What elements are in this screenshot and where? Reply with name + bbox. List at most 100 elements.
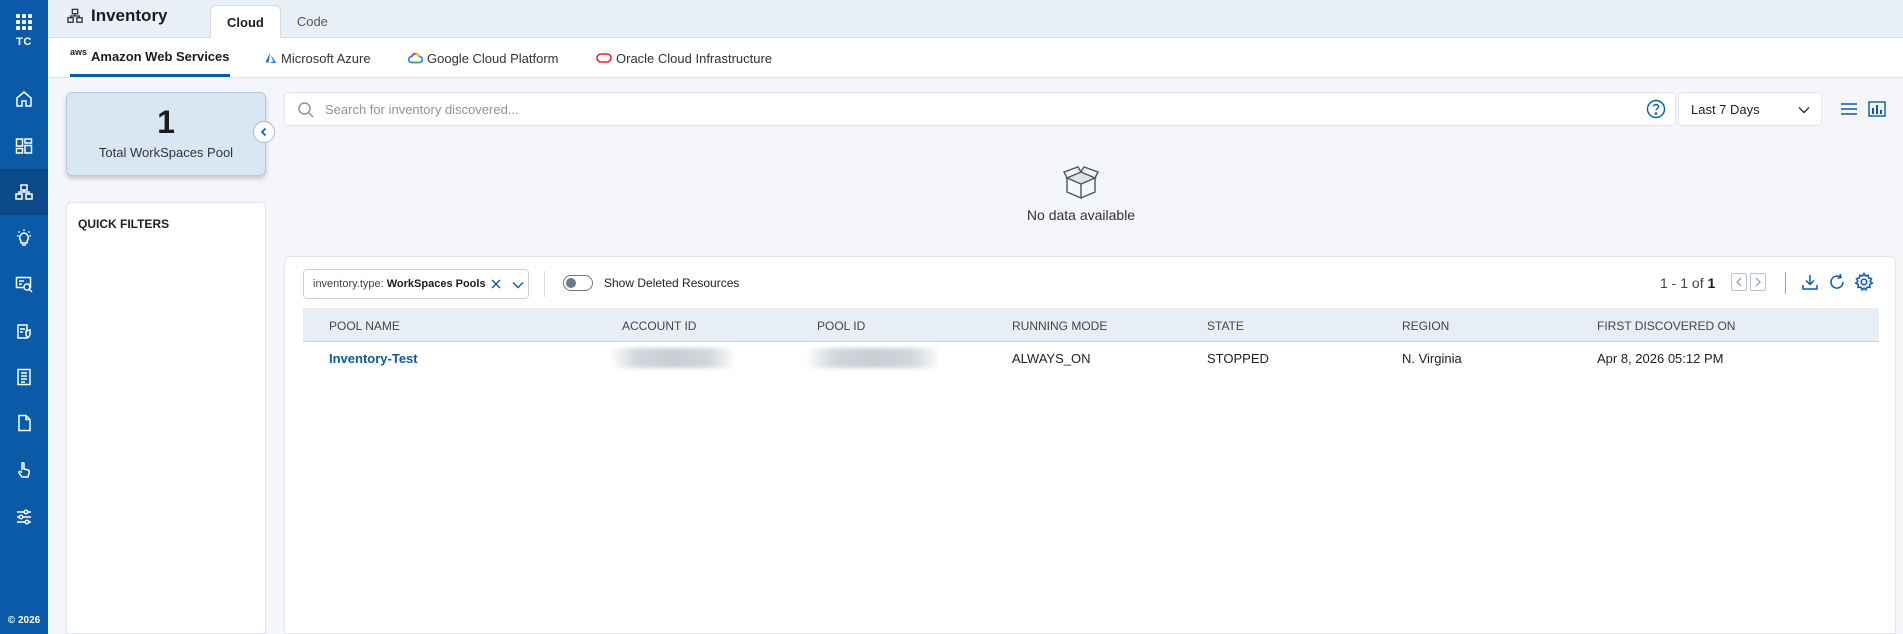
search-input[interactable] [325,93,1525,125]
help-icon[interactable] [1646,99,1666,119]
nav-compliance[interactable] [0,308,48,354]
copyright: © 2026 [7,615,41,626]
search-report-icon [15,276,33,293]
inventory-table-card: inventory.type: WorkSpaces Pools Show De… [284,256,1896,634]
summary-card[interactable]: 1 Total WorkSpaces Pool [66,92,266,176]
divider [544,271,545,297]
clear-filter-icon[interactable] [490,278,502,290]
next-page-button[interactable] [1750,273,1766,291]
empty-state: No data available [284,126,1878,256]
chevron-left-icon [1736,277,1742,287]
tab-cloud[interactable]: Cloud [210,5,281,38]
inventory-icon [67,8,83,23]
inventory-icon [15,184,33,200]
redacted-pool-id [808,348,938,368]
tab-azure[interactable]: Microsoft Azure [265,38,371,78]
date-range-value: Last 7 Days [1691,101,1760,117]
empty-state-text: No data available [1026,207,1136,223]
col-first-discovered[interactable]: FIRST DISCOVERED ON [1597,319,1735,333]
nav-insights[interactable] [0,215,48,261]
col-state[interactable]: STATE [1207,319,1244,333]
tab-azure-label: Microsoft Azure [281,50,371,66]
search-icon [298,102,314,118]
home-icon [16,91,32,107]
insights-bulb-icon [17,229,31,246]
left-nav-rail: TC © 2026 [0,0,48,634]
quick-filters-panel: QUICK FILTERS [66,202,266,634]
list-view-icon[interactable] [1840,101,1858,117]
oracle-logo-icon [596,53,612,63]
chevron-right-icon [1755,277,1761,287]
show-deleted-toggle[interactable] [563,275,593,291]
tab-aws[interactable]: aws Amazon Web Services [70,38,230,77]
source-tabs: Cloud Code [210,5,344,38]
dashboard-icon [15,138,33,154]
cloud-provider-tabs: aws Amazon Web Services Microsoft Azure … [48,38,1903,78]
azure-logo-icon [265,52,277,64]
empty-box-icon [1063,166,1099,200]
cell-region: N. Virginia [1402,351,1462,366]
col-account-id[interactable]: ACCOUNT ID [622,319,696,333]
chart-view-icon[interactable] [1868,101,1886,117]
col-pool-id[interactable]: POOL ID [817,319,865,333]
nav-actions[interactable] [0,447,48,493]
cell-running-mode: ALWAYS_ON [1012,351,1091,366]
pagination-summary: 1 - 1 of 1 [1660,275,1715,291]
col-region[interactable]: REGION [1402,319,1449,333]
nav-dashboard[interactable] [0,123,48,169]
nav-inventory[interactable] [0,169,48,215]
tab-code[interactable]: Code [281,5,344,38]
compliance-icon [17,324,31,339]
gear-icon[interactable] [1854,272,1874,292]
apps-grid-icon [16,14,32,30]
summary-count: 1 [157,104,175,140]
tab-aws-label: Amazon Web Services [91,48,230,64]
quick-filters-heading: QUICK FILTERS [78,217,170,231]
nav-home[interactable] [0,76,48,122]
pagination-range: 1 - 1 of [1660,275,1704,291]
top-header: Inventory Cloud Code [48,0,1903,38]
collapse-panel-button[interactable] [253,121,275,143]
chevron-down-icon[interactable] [511,279,525,291]
tab-oracle[interactable]: Oracle Cloud Infrastructure [596,38,772,78]
table-row[interactable]: Inventory-Test ALWAYS_ON STOPPED N. Virg… [303,342,1879,374]
redacted-account-id [613,348,733,368]
col-running-mode[interactable]: RUNNING MODE [1012,319,1107,333]
search-bar [284,92,1676,126]
col-pool-name[interactable]: POOL NAME [329,319,400,333]
chevron-left-icon [260,127,267,137]
reports-icon [17,368,31,386]
filter-chip-key: inventory.type: [313,278,384,290]
aws-logo-icon: aws [70,46,88,57]
nav-documents[interactable] [0,400,48,446]
tab-oracle-label: Oracle Cloud Infrastructure [616,50,773,66]
app-switcher[interactable]: TC [0,10,48,54]
date-range-select[interactable]: Last 7 Days [1678,92,1822,126]
hand-pointer-icon [18,462,31,478]
nav-search-report[interactable] [0,261,48,307]
filter-chip-value: WorkSpaces Pools [386,278,486,290]
prev-page-button[interactable] [1731,273,1747,291]
pool-name-link[interactable]: Inventory-Test [329,351,418,366]
cell-state: STOPPED [1207,351,1269,366]
tab-gcp[interactable]: Google Cloud Platform [408,38,559,78]
nav-reports[interactable] [0,354,48,400]
chevron-down-icon [1798,107,1810,114]
cell-first-discovered: Apr 8, 2026 05:12 PM [1597,351,1724,366]
refresh-icon[interactable] [1827,272,1847,292]
table-header: POOL NAME ACCOUNT ID POOL ID RUNNING MOD… [303,308,1879,342]
settings-sliders-icon [17,509,31,525]
workspace-initials: TC [16,36,32,48]
nav-settings[interactable] [0,494,48,540]
summary-label: Total WorkSpaces Pool [98,145,234,160]
download-icon[interactable] [1800,272,1820,292]
page-title: Inventory [66,6,168,26]
gcp-logo-icon [408,52,423,64]
document-icon [18,414,31,432]
filter-chip[interactable]: inventory.type: WorkSpaces Pools [303,269,529,299]
page-title-text: Inventory [91,6,168,25]
divider [1785,272,1786,294]
show-deleted-label: Show Deleted Resources [604,276,740,290]
tab-gcp-label: Google Cloud Platform [427,50,559,66]
pagination-total: 1 [1707,275,1716,291]
